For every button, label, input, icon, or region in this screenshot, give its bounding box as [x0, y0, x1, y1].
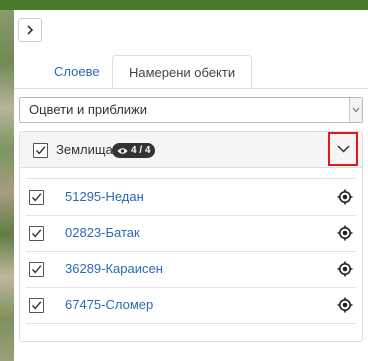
- item-link[interactable]: 67475-Сломер: [65, 287, 153, 323]
- visible-count: 4 / 4: [131, 145, 151, 156]
- item-checkbox[interactable]: [29, 226, 44, 241]
- check-icon: [35, 146, 46, 155]
- filter-select[interactable]: Оцвети и приближи: [19, 97, 363, 123]
- list-item: 02823-Батак: [26, 215, 356, 252]
- item-link[interactable]: 36289-Караисен: [65, 251, 163, 287]
- tab-divider: [14, 88, 368, 89]
- found-objects-panel: Слоеве Намерени обекти Оцвети и приближи…: [14, 10, 368, 361]
- chevron-right-icon: [27, 25, 34, 35]
- item-link[interactable]: 02823-Батак: [65, 215, 140, 251]
- layer-header: Землища 4 / 4: [20, 132, 362, 168]
- tab-found-objects[interactable]: Намерени обекти: [112, 55, 253, 90]
- item-link[interactable]: 51295-Недан: [65, 179, 144, 215]
- locate-icon[interactable]: [337, 189, 353, 205]
- locate-icon[interactable]: [337, 297, 353, 313]
- layer-group-zemlishta: Землища 4 / 4 51295-Недан 02823-Батак 36…: [19, 131, 363, 342]
- layer-checkbox[interactable]: [33, 143, 48, 158]
- map-background[interactable]: [0, 10, 14, 361]
- check-icon: [31, 265, 42, 274]
- list-item: 36289-Караисен: [26, 251, 356, 288]
- locate-icon[interactable]: [337, 225, 353, 241]
- list-item: 51295-Недан: [26, 178, 356, 216]
- check-icon: [31, 229, 42, 238]
- item-checkbox[interactable]: [29, 298, 44, 313]
- filter-select-value: Оцвети и приближи: [29, 102, 148, 117]
- expand-layer-button[interactable]: [328, 132, 358, 166]
- eye-icon: [117, 147, 128, 154]
- list-item: 67475-Сломер: [26, 287, 356, 324]
- item-checkbox[interactable]: [29, 190, 44, 205]
- check-icon: [31, 193, 42, 202]
- layer-title: Землища: [56, 142, 113, 157]
- item-checkbox[interactable]: [29, 262, 44, 277]
- collapse-panel-button[interactable]: [18, 18, 42, 42]
- top-bar: [0, 0, 368, 10]
- tab-layers[interactable]: Слоеве: [38, 55, 116, 88]
- visible-count-badge: 4 / 4: [112, 143, 156, 158]
- select-arrow-icon[interactable]: [349, 98, 362, 122]
- locate-icon[interactable]: [337, 261, 353, 277]
- chevron-down-icon: [336, 145, 350, 153]
- check-icon: [31, 301, 42, 310]
